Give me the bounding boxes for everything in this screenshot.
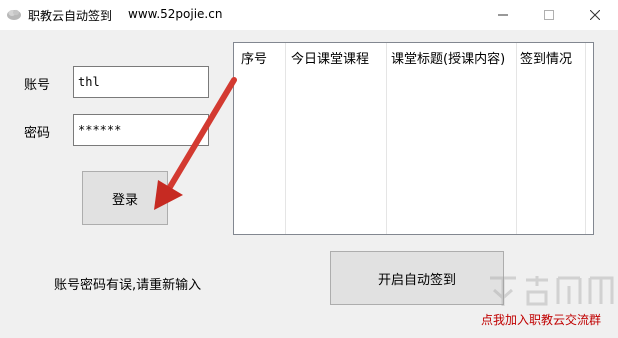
status-message: 账号密码有误,请重新输入 (54, 278, 202, 293)
grid-column-status (517, 43, 586, 234)
account-input[interactable]: thl (73, 66, 209, 98)
window-url-text: www.52pojie.cn (128, 7, 223, 21)
grid-header-cell[interactable]: 序号 (241, 48, 267, 67)
account-label: 账号 (24, 78, 51, 93)
grid-column-index (234, 43, 286, 234)
minimize-button[interactable] (480, 0, 526, 30)
close-icon (590, 10, 600, 20)
app-window: 职教云自动签到 www.52pojie.cn 账号 thl 密码 ****** … (0, 0, 618, 338)
login-button[interactable]: 登录 (82, 171, 168, 225)
join-group-link[interactable]: 点我加入职教云交流群 (481, 311, 601, 328)
grid-header-cell[interactable]: 今日课堂课程 (291, 48, 369, 67)
grid-column-title (387, 43, 517, 234)
maximize-icon (544, 10, 554, 20)
minimize-icon (498, 14, 508, 16)
course-grid[interactable]: 序号 今日课堂课程 课堂标题(授课内容) 签到情况 (233, 42, 594, 235)
maximize-button[interactable] (526, 0, 572, 30)
password-input[interactable]: ****** (73, 114, 209, 146)
close-button[interactable] (572, 0, 618, 30)
start-auto-sign-button[interactable]: 开启自动签到 (330, 251, 504, 305)
watermark-logo (490, 276, 614, 306)
login-button-label: 登录 (111, 192, 138, 208)
app-icon (6, 6, 22, 22)
grid-header-cell[interactable]: 课堂标题(授课内容) (391, 48, 505, 67)
title-bar: 职教云自动签到 www.52pojie.cn (0, 0, 618, 30)
grid-column-course (286, 43, 387, 234)
start-auto-sign-button-label: 开启自动签到 (377, 272, 456, 288)
password-label: 密码 (24, 126, 51, 141)
window-title: 职教云自动签到 (28, 9, 113, 23)
grid-header-cell[interactable]: 签到情况 (520, 48, 572, 67)
